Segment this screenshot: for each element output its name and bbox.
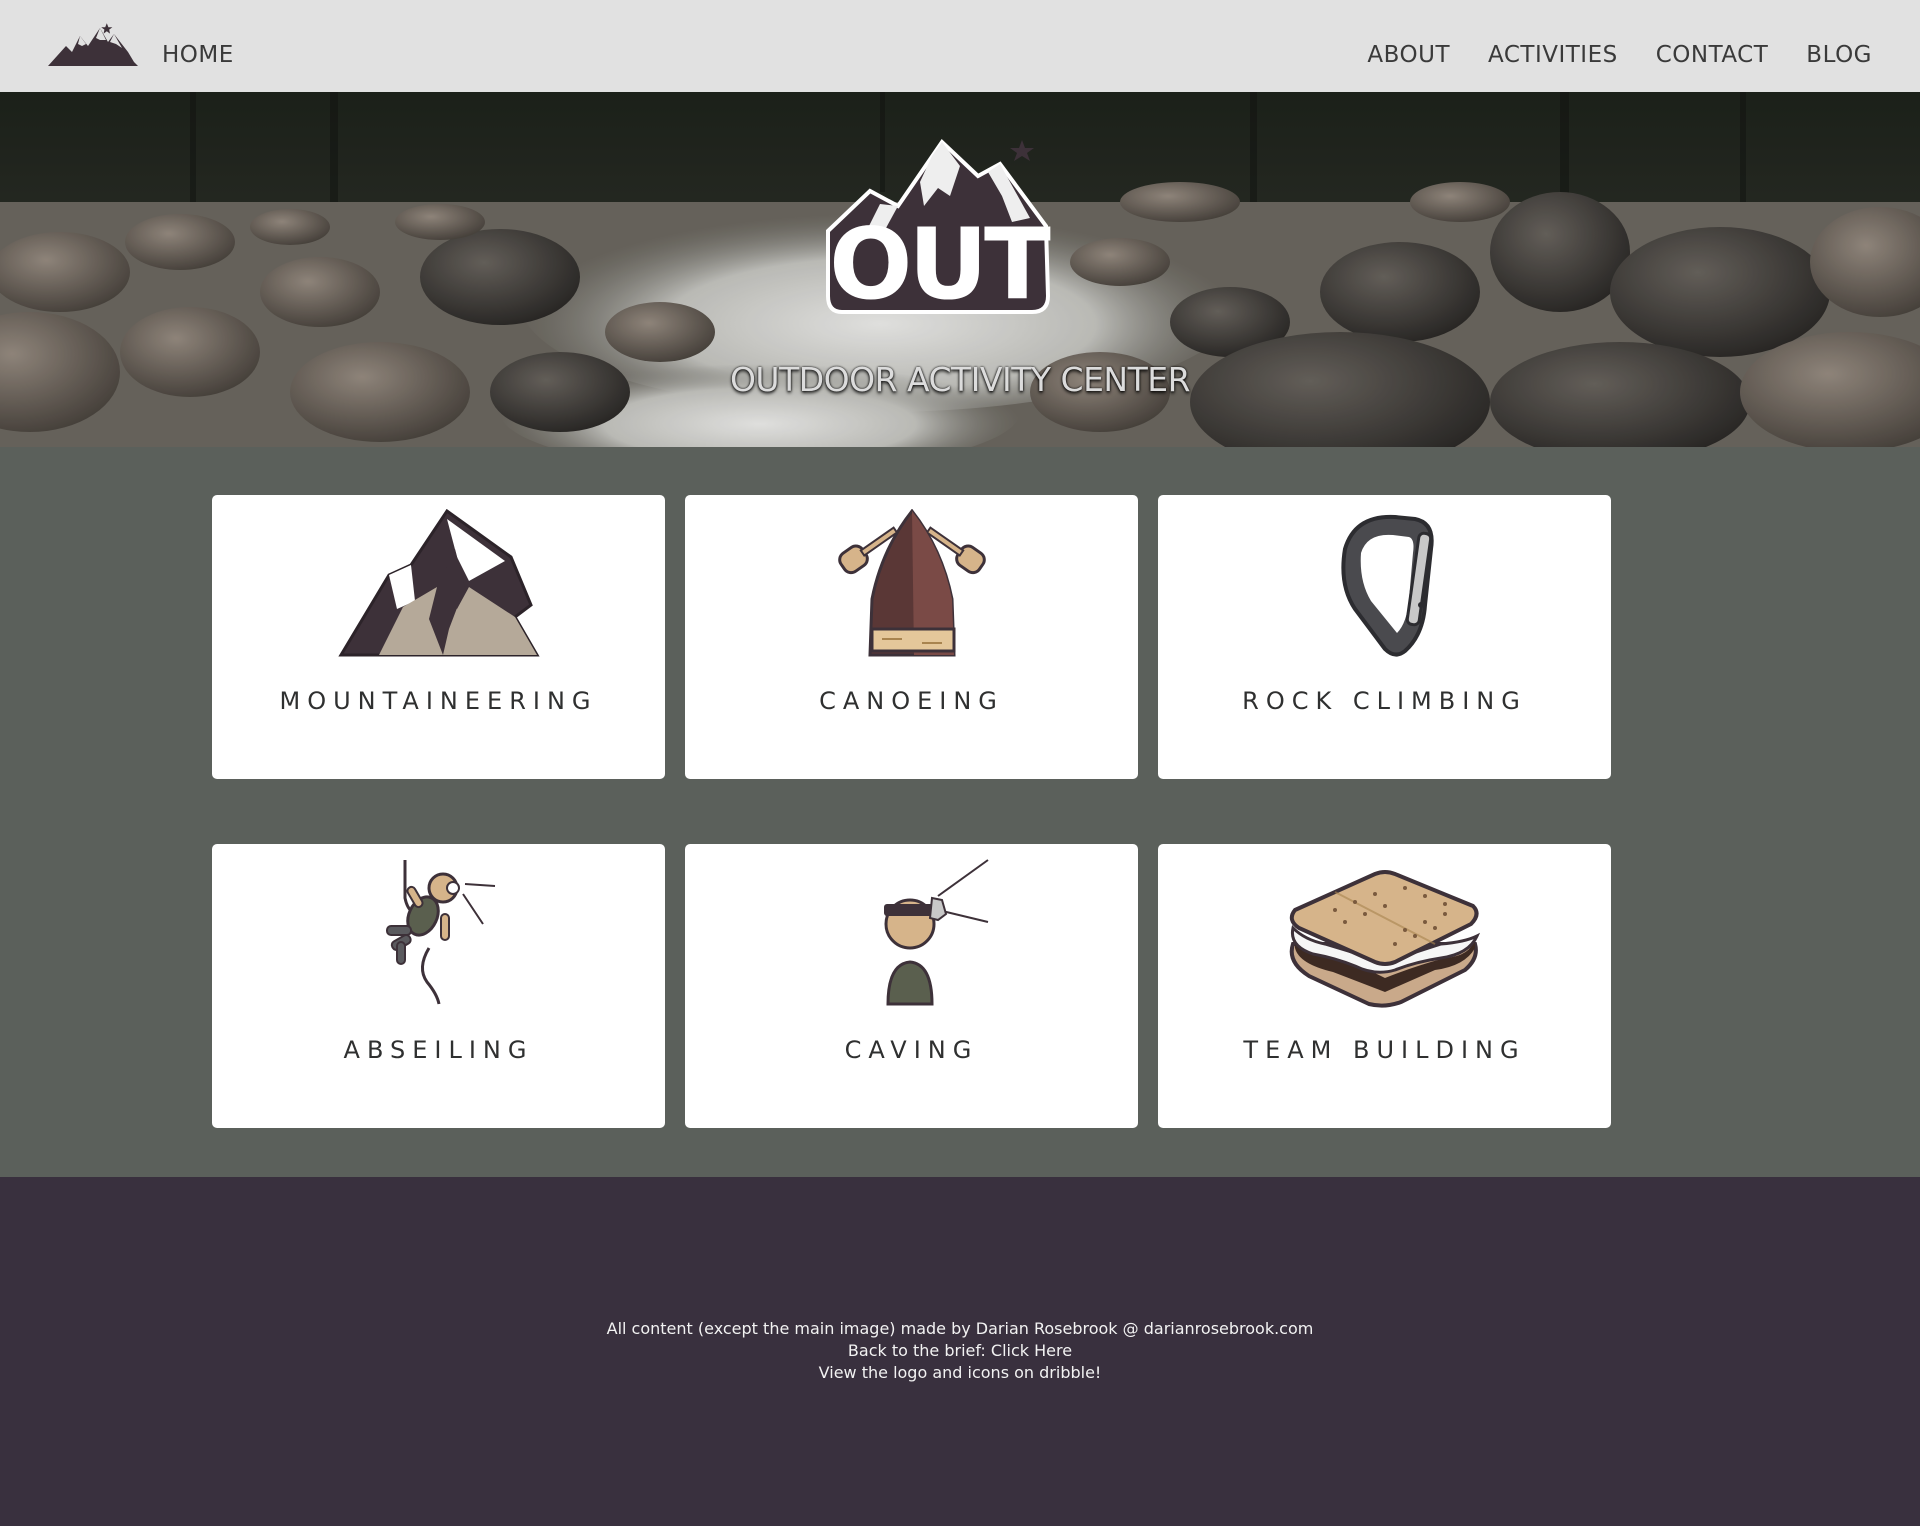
nav-contact-link[interactable]: CONTACT: [1656, 42, 1769, 68]
activity-label: TEAM BUILDING: [1243, 1036, 1526, 1064]
activity-card-caving[interactable]: CAVING: [685, 844, 1138, 1128]
activity-card-canoeing[interactable]: CANOEING: [685, 495, 1138, 779]
nav-blog-link[interactable]: BLOG: [1806, 42, 1872, 68]
caver-icon: [883, 859, 989, 1006]
activities-grid: MOUNTAINEERING CANOEING ROCK CLIMBING AB…: [212, 495, 1611, 1128]
footer-credit-line: All content (except the main image) made…: [606, 1319, 1314, 1338]
nav-links: ABOUT ACTIVITIES CONTACT BLOG: [1367, 42, 1872, 68]
nav-home-link[interactable]: HOME: [162, 42, 234, 68]
activity-label: CANOEING: [819, 687, 1004, 715]
activity-label: CAVING: [844, 1036, 979, 1064]
footer-brief-link[interactable]: Back to the brief: Click Here: [848, 1341, 1072, 1360]
activity-card-mountaineering[interactable]: MOUNTAINEERING: [212, 495, 665, 779]
activity-card-abseiling[interactable]: ABSEILING: [212, 844, 665, 1128]
hero-banner: OUT OUTDOOR ACTIVITY CENTER: [0, 92, 1920, 447]
nav-activities-link[interactable]: ACTIVITIES: [1488, 42, 1618, 68]
nav-about-link[interactable]: ABOUT: [1367, 42, 1450, 68]
abseiler-icon: [385, 860, 495, 1005]
mountain-logo-icon[interactable]: [48, 22, 156, 68]
activity-card-rock-climbing[interactable]: ROCK CLIMBING: [1158, 495, 1611, 779]
activity-label: ROCK CLIMBING: [1242, 687, 1527, 715]
footer-text: All content (except the main image) made…: [0, 1318, 1920, 1384]
footer: All content (except the main image) made…: [0, 1177, 1920, 1526]
smore-icon: [1289, 870, 1480, 1008]
footer-dribble-link[interactable]: View the logo and icons on dribble!: [819, 1363, 1102, 1382]
top-nav: HOME ABOUT ACTIVITIES CONTACT BLOG: [0, 0, 1920, 92]
activity-card-team-building[interactable]: TEAM BUILDING: [1158, 844, 1611, 1128]
hero-subtitle: OUTDOOR ACTIVITY CENTER: [729, 360, 1191, 399]
out-logo-text: OUT: [829, 208, 1051, 322]
activity-label: MOUNTAINEERING: [279, 687, 598, 715]
canoe-icon: [837, 509, 986, 657]
carabiner-icon: [1340, 514, 1434, 657]
out-logo-icon: OUT: [826, 138, 1055, 322]
activity-label: ABSEILING: [343, 1036, 534, 1064]
mountain-icon: [337, 509, 540, 657]
